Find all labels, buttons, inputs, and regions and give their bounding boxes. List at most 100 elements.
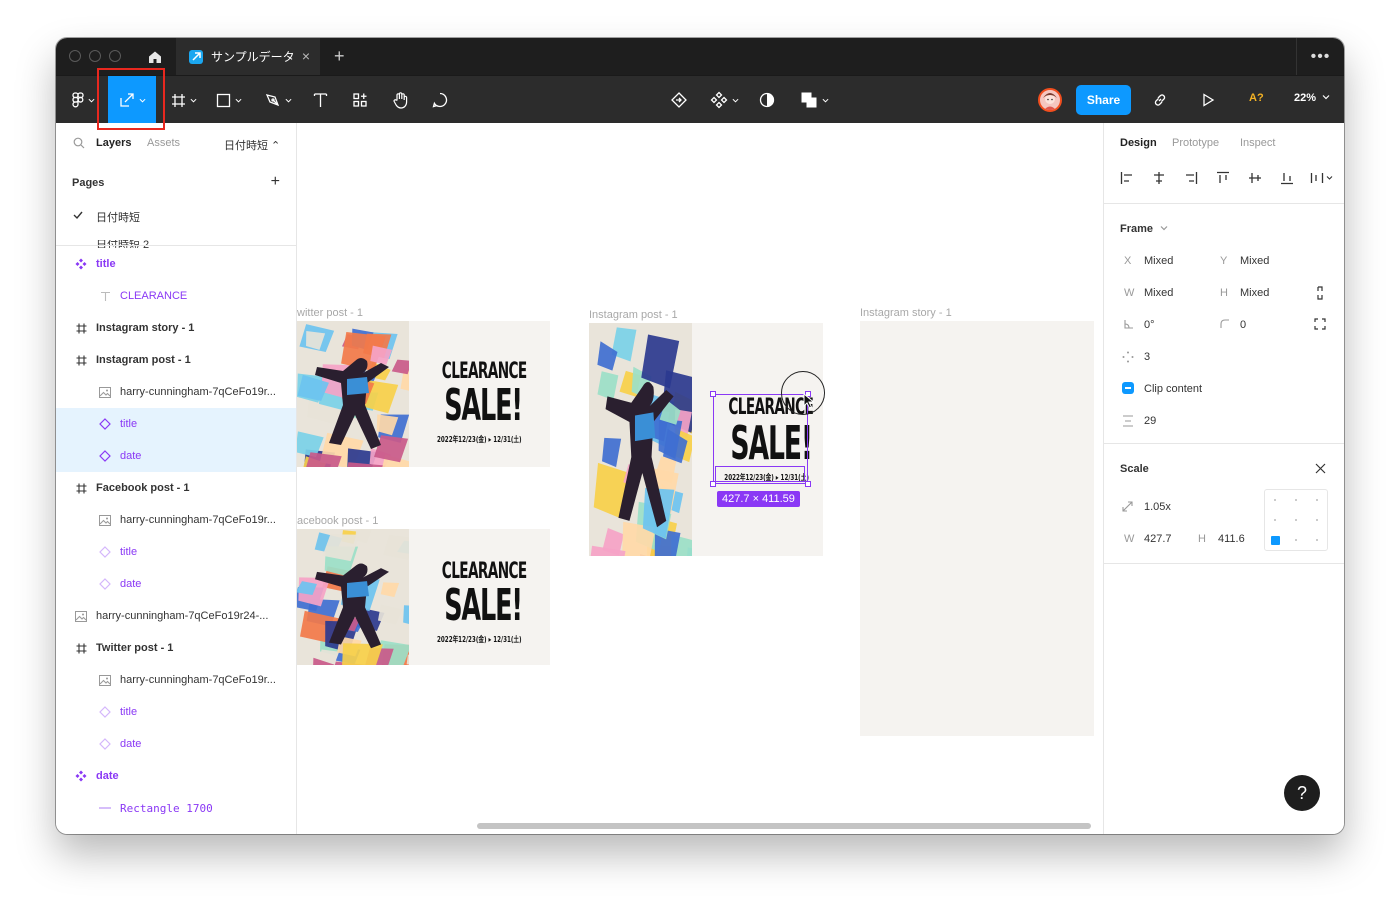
scale-h-label: H: [1198, 533, 1206, 545]
tab-prototype[interactable]: Prototype: [1172, 137, 1219, 149]
height-field[interactable]: H Mixed: [1220, 287, 1269, 299]
layer-row[interactable]: date: [56, 568, 296, 600]
rotation-field[interactable]: 0°: [1144, 319, 1155, 331]
layer-row[interactable]: Instagram story - 1: [56, 312, 296, 344]
twitter-post-frame[interactable]: CLEARANCE SALE! 2022年12/23(金) ▸ 12/31(土): [297, 321, 550, 467]
frame-section-title[interactable]: Frame: [1120, 223, 1168, 235]
file-tab[interactable]: サンプルデータ ×: [176, 38, 320, 75]
pen-tool-button[interactable]: [259, 76, 297, 124]
width-field[interactable]: W Mixed: [1124, 287, 1173, 299]
constrain-proportions-icon[interactable]: [1315, 286, 1325, 300]
layer-row[interactable]: title: [56, 696, 296, 728]
layer-row[interactable]: Rectangle 1700: [56, 792, 296, 824]
layer-row[interactable]: title: [56, 248, 296, 280]
node-count[interactable]: 3: [1144, 351, 1150, 363]
align-horizontal-center-icon[interactable]: [1152, 171, 1166, 185]
tab-design[interactable]: Design: [1120, 137, 1157, 149]
page-item-current[interactable]: 日付時短: [96, 209, 140, 225]
new-tab-button[interactable]: +: [334, 46, 345, 67]
spacing-field[interactable]: 29: [1144, 415, 1156, 427]
tab-assets[interactable]: Assets: [147, 137, 180, 149]
horizontal-scrollbar[interactable]: [477, 823, 1091, 829]
mask-button[interactable]: [754, 76, 780, 124]
frame-label-twitter[interactable]: witter post - 1: [297, 307, 363, 319]
text-tool-button[interactable]: [306, 76, 334, 124]
comment-tool-button[interactable]: [426, 76, 454, 124]
align-left-icon[interactable]: [1120, 171, 1134, 185]
frame-label-instagram-post[interactable]: Instagram post - 1: [589, 309, 678, 321]
independent-corners-icon[interactable]: [1314, 318, 1326, 330]
radius-field[interactable]: 0: [1240, 319, 1246, 331]
accessibility-badge[interactable]: A?: [1249, 92, 1264, 104]
layer-row[interactable]: Facebook post - 1: [56, 472, 296, 504]
layer-row[interactable]: Instagram post - 1: [56, 344, 296, 376]
zoom-dropdown[interactable]: 22%: [1294, 92, 1330, 104]
share-button[interactable]: Share: [1076, 85, 1131, 115]
selection-date-box[interactable]: [715, 466, 805, 482]
layer-row[interactable]: date: [56, 760, 296, 792]
scale-tool-button[interactable]: [108, 76, 156, 124]
component-swap-button[interactable]: [664, 76, 694, 124]
layer-name: title: [96, 258, 116, 270]
resize-handle[interactable]: [805, 481, 811, 487]
user-avatar[interactable]: [1038, 88, 1062, 112]
close-window-button[interactable]: [69, 50, 81, 62]
close-icon[interactable]: [1315, 463, 1326, 474]
layer-row[interactable]: date: [56, 728, 296, 760]
page-dropdown[interactable]: 日付時短 ⌃: [224, 137, 280, 153]
resize-handle[interactable]: [710, 481, 716, 487]
more-options-icon[interactable]: •••: [1296, 38, 1344, 75]
page-item[interactable]: 日付時短 2: [96, 240, 149, 248]
scale-anchor-grid[interactable]: [1264, 489, 1328, 551]
y-field[interactable]: Y Mixed: [1220, 255, 1269, 267]
boolean-ops-button[interactable]: [794, 76, 834, 124]
chevron-down-icon: [822, 98, 828, 103]
layer-row[interactable]: title: [56, 536, 296, 568]
instagram-post-frame[interactable]: CLEARANCE SALE! 2022年12/23(金) ▸ 12/31(土)…: [589, 323, 823, 556]
frame-label-instagram-story[interactable]: Instagram story - 1: [860, 307, 952, 319]
layer-row[interactable]: harry-cunningham-7qCeFo19r...: [56, 504, 296, 536]
layer-row[interactable]: harry-cunningham-7qCeFo19r24-...: [56, 600, 296, 632]
frame-tool-button[interactable]: [166, 76, 202, 124]
layer-row[interactable]: harry-cunningham-7qCeFo19r...: [56, 664, 296, 696]
facebook-post-frame[interactable]: CLEARANCE SALE! 2022年12/23(金) ▸ 12/31(土): [297, 529, 550, 665]
close-tab-icon[interactable]: ×: [302, 49, 310, 63]
scale-height-field[interactable]: H 411.6: [1198, 533, 1245, 545]
distribute-icon[interactable]: [1310, 171, 1334, 185]
copy-link-button[interactable]: [1146, 76, 1174, 124]
create-component-button[interactable]: [704, 76, 744, 124]
layer-row[interactable]: date: [56, 440, 296, 472]
search-icon[interactable]: [73, 137, 85, 149]
help-button[interactable]: ?: [1284, 775, 1320, 811]
minimize-window-button[interactable]: [89, 50, 101, 62]
align-bottom-icon[interactable]: [1280, 171, 1294, 185]
clip-content-label[interactable]: Clip content: [1144, 383, 1202, 395]
zoom-window-button[interactable]: [109, 50, 121, 62]
align-vertical-center-icon[interactable]: [1248, 171, 1262, 185]
resources-tool-button[interactable]: [346, 76, 374, 124]
scale-factor-field[interactable]: 1.05x: [1144, 501, 1171, 513]
layer-name: harry-cunningham-7qCeFo19r24-...: [96, 610, 269, 622]
instagram-story-frame[interactable]: [860, 321, 1094, 736]
tab-layers[interactable]: Layers: [96, 137, 131, 149]
resize-handle[interactable]: [710, 391, 716, 397]
layer-row[interactable]: Twitter post - 1: [56, 632, 296, 664]
scale-width-field[interactable]: W 427.7: [1124, 533, 1172, 545]
layer-row[interactable]: harry-cunningham-7qCeFo19r...: [56, 376, 296, 408]
clip-content-checkbox[interactable]: [1122, 382, 1134, 394]
shape-tool-button[interactable]: [211, 76, 247, 124]
x-field[interactable]: X Mixed: [1124, 255, 1173, 267]
layer-row[interactable]: title: [56, 408, 296, 440]
y-label: Y: [1220, 255, 1228, 267]
frame-label-facebook[interactable]: acebook post - 1: [297, 515, 378, 527]
align-right-icon[interactable]: [1184, 171, 1198, 185]
hand-tool-button[interactable]: [386, 76, 414, 124]
tab-inspect[interactable]: Inspect: [1240, 137, 1275, 149]
layer-row[interactable]: CLEARANCE: [56, 280, 296, 312]
canvas[interactable]: witter post - 1 CLEARANCE SALE! 2022年12/…: [297, 123, 1103, 834]
add-page-button[interactable]: +: [271, 173, 280, 191]
main-menu-button[interactable]: [66, 76, 100, 124]
align-top-icon[interactable]: [1216, 171, 1230, 185]
present-button[interactable]: [1194, 76, 1222, 124]
home-tab[interactable]: [136, 38, 174, 75]
